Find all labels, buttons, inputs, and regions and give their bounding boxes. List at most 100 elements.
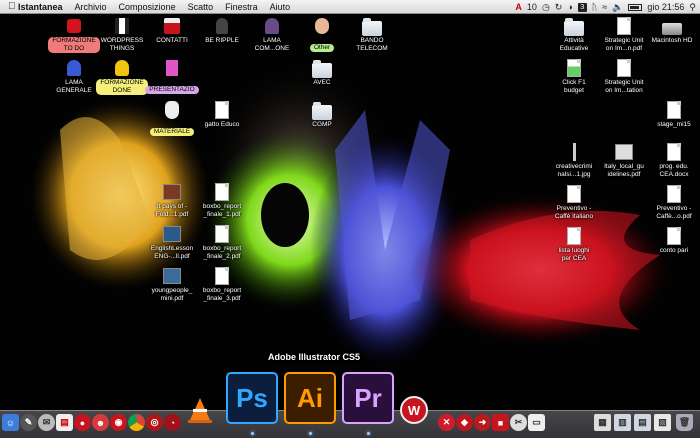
hard-drive-icon xyxy=(661,16,683,36)
document-icon xyxy=(563,226,585,246)
backup-icon[interactable]: ◑ xyxy=(567,0,572,14)
spotlight-icon[interactable]: ⚲ xyxy=(689,0,696,14)
wifi-icon[interactable]: ≈ xyxy=(602,0,607,14)
apple-menu-icon[interactable]:  xyxy=(0,0,16,14)
desktop-icon-label: FORMAZIONE DONE xyxy=(96,79,148,95)
illustrator-icon-label: Ai xyxy=(297,382,323,413)
pdf-document-icon xyxy=(211,182,233,202)
photoshop-icon[interactable]: Ps xyxy=(226,372,278,424)
premiere-icon[interactable]: Pr xyxy=(342,372,394,424)
menu-clock[interactable]: gio 21:56 xyxy=(647,0,684,14)
desktop-icon-label: AVEC xyxy=(313,79,331,86)
menu-composizione[interactable]: Composizione xyxy=(113,0,182,14)
pdf-thumbnail-icon xyxy=(161,182,183,202)
battery-icon[interactable] xyxy=(628,3,643,11)
stack-documents-icon[interactable]: ▦ xyxy=(594,414,611,431)
illustrator-running-indicator xyxy=(309,432,312,435)
pdf-thumbnail-icon xyxy=(161,224,183,244)
desktop-icon-avec[interactable]: AVEC xyxy=(292,58,352,87)
photoshop-icon-label: Ps xyxy=(236,382,268,413)
menu-archivio[interactable]: Archivio xyxy=(69,0,113,14)
menu-aiuto[interactable]: Aiuto xyxy=(264,0,297,14)
desktop-icon-presentazio[interactable]: PRESENTAZIO xyxy=(142,58,202,96)
notification-count[interactable]: 10 xyxy=(527,0,537,14)
premiere-icon-label: Pr xyxy=(354,382,382,413)
app-pac-icon[interactable]: ◔ xyxy=(164,414,181,431)
desktop-icon-prog-edu[interactable]: prog. edu. CEA.docx xyxy=(644,142,700,179)
desktop-icon-lista-luoghi[interactable]: lista luoghi per CEA xyxy=(544,226,604,263)
app-bubble-icon[interactable]: ◉ xyxy=(110,414,127,431)
trash-icon[interactable]: 🗑 xyxy=(676,414,693,431)
app-ruby-icon[interactable]: ◆ xyxy=(456,414,473,431)
docx-icon xyxy=(663,142,685,162)
desktop-icon-macintosh-hd[interactable]: Macintosh HD xyxy=(642,16,700,45)
desktop-icon-label: BANDO TELECOM xyxy=(356,37,388,52)
dock-tooltip: Adobe Illustrator CS5 xyxy=(267,352,360,362)
address-book-icon xyxy=(161,16,183,36)
premiere-running-indicator xyxy=(367,432,370,435)
sync-icon[interactable]: ↻ xyxy=(555,0,563,14)
mask-icon xyxy=(161,100,183,120)
character-icon xyxy=(261,16,283,36)
illustrator-icon[interactable]: Ai xyxy=(284,372,336,424)
tuxedo-icon xyxy=(111,16,133,36)
desktop-icon-label: gatto Educo xyxy=(204,121,240,128)
pen-tool-icon[interactable]: ✎ xyxy=(20,414,37,431)
menu-finestra[interactable]: Finestra xyxy=(219,0,264,14)
desktop-icon-cgmp[interactable]: CGMP xyxy=(292,100,352,129)
menu-bar:  Istantanea Archivio Composizione Scatt… xyxy=(0,0,700,14)
folder-icon xyxy=(563,16,585,36)
menu-app-name[interactable]: Istantanea xyxy=(14,0,69,14)
document-icon xyxy=(663,100,685,120)
app-blank-icon[interactable]: ▭ xyxy=(528,414,545,431)
input-badge[interactable]: 3 xyxy=(577,2,587,12)
stack-folder-icon[interactable]: ▤ xyxy=(634,414,651,431)
desktop-icon-label: PRESENTAZIO xyxy=(145,86,199,94)
folder-icon xyxy=(361,16,383,36)
desktop-icon-gatto-educo[interactable]: gatto Educo xyxy=(192,100,252,129)
app-red-square-icon[interactable]: ■ xyxy=(492,414,509,431)
desktop-icon-label: MATERIALE xyxy=(149,128,195,136)
pink-bookmark-icon xyxy=(161,58,183,78)
black-figure-icon xyxy=(211,16,233,36)
app-w-badge-icon[interactable]: W xyxy=(400,396,428,424)
desktop-icon-label: conto pari xyxy=(659,247,689,254)
desktop-icon-label: boxbo_report _finale_3.pdf xyxy=(202,287,242,302)
desktop-icon-label: Preventivo - Caffè...o.pdf xyxy=(656,205,692,220)
clock-icon[interactable]: ◷ xyxy=(542,0,550,14)
desktop-icon-label: prog. edu. CEA.docx xyxy=(659,163,689,178)
app-target-icon[interactable]: ◎ xyxy=(146,414,163,431)
traffic-cone-icon[interactable] xyxy=(186,396,214,424)
finder-icon[interactable]: ☺ xyxy=(2,414,19,431)
app-arrow-icon[interactable]: ➜ xyxy=(474,414,491,431)
chrome-icon[interactable] xyxy=(128,414,145,431)
adobe-icon[interactable]: A xyxy=(515,0,522,14)
desktop-icon-boxbo-report-1[interactable]: boxbo_report _finale_1.pdf xyxy=(192,182,252,219)
desktop-icon-stage-mi15[interactable]: stage_mi15 xyxy=(644,100,700,129)
desktop-icon-preventivo-1[interactable]: Preventivo - Caffè Italiano xyxy=(544,184,604,221)
document-icon xyxy=(563,184,585,204)
desktop-icon-boxbo-report-3[interactable]: boxbo_report _finale_3.pdf xyxy=(192,266,252,303)
desktop-icon-preventivo-2[interactable]: Preventivo - Caffè...o.pdf xyxy=(644,184,700,221)
document-icon xyxy=(663,184,685,204)
folder-icon xyxy=(311,58,333,78)
app-scissors-icon[interactable]: ✂ xyxy=(510,414,527,431)
calendar-icon[interactable]: ▤ xyxy=(56,414,73,431)
volume-icon[interactable]: 🔈 xyxy=(612,0,623,14)
desktop-icon-strategic-unit-2[interactable]: Strategic Unit on Im...tation xyxy=(594,58,654,95)
menu-scatto[interactable]: Scatto xyxy=(182,0,220,14)
app-smiley-icon[interactable]: ☻ xyxy=(92,414,109,431)
desktop-icon-bando-telecom[interactable]: BANDO TELECOM xyxy=(342,16,402,53)
desktop-icon-label: boxbo_report _finale_2.pdf xyxy=(202,245,242,260)
desktop-icon-conto-pari[interactable]: conto pari xyxy=(644,226,700,255)
app-close-red-icon[interactable]: ✕ xyxy=(438,414,455,431)
desktop-icon-boxbo-report-2[interactable]: boxbo_report _finale_2.pdf xyxy=(192,224,252,261)
stack-downloads-icon[interactable]: ▥ xyxy=(614,414,631,431)
bluetooth-icon[interactable]: ᚢ xyxy=(592,0,597,14)
document-icon xyxy=(211,100,233,120)
desktop-icon-label: stage_mi15 xyxy=(657,121,691,128)
mail-stamp-icon[interactable]: ✉ xyxy=(38,414,55,431)
app-red-circle-icon[interactable]: ● xyxy=(74,414,91,431)
pdf-document-icon xyxy=(211,224,233,244)
stack-files-icon[interactable]: ▧ xyxy=(654,414,671,431)
